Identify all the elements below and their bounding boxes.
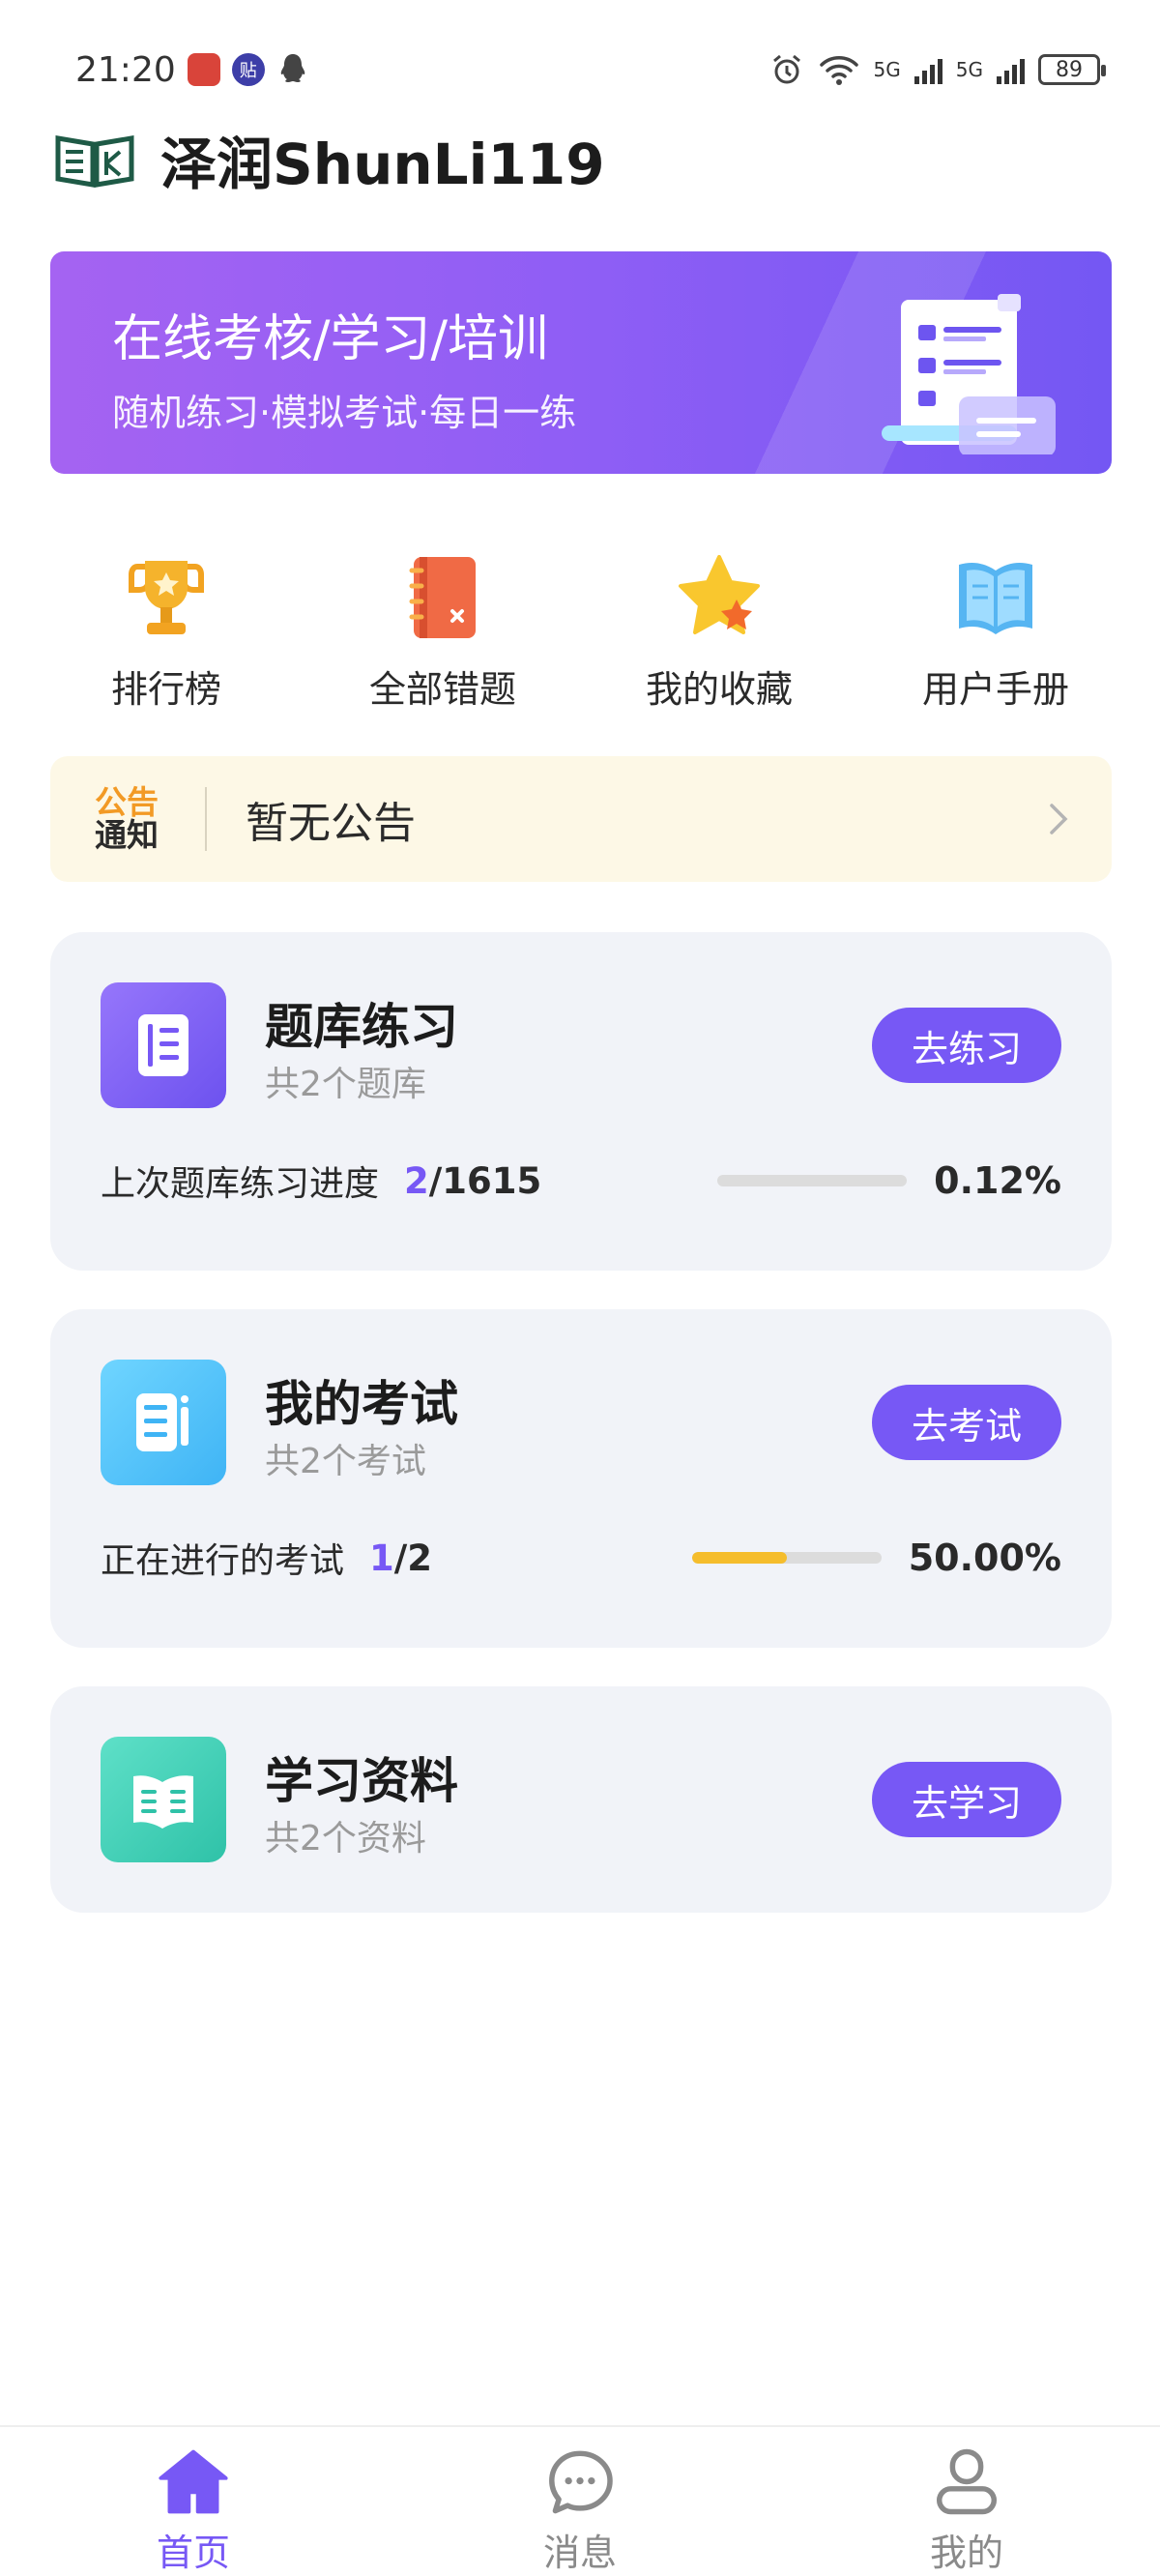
practice-progress-total: /1615 (428, 1159, 542, 1202)
quick-menu: 排行榜 全部错题 我的收藏 用户手册 (50, 551, 1112, 716)
notice-tag: 公告 通知 (87, 786, 166, 852)
exam-card-subtitle: 共2个考试 (265, 1442, 426, 1481)
nav-label-home: 首页 (156, 2532, 230, 2574)
go-exam-button[interactable]: 去考试 (872, 1385, 1061, 1460)
status-right: 5G 5G 89 (769, 52, 1106, 87)
document-illustration-icon (882, 294, 1056, 454)
notebook-icon (409, 557, 476, 638)
message-icon (549, 2450, 613, 2514)
practice-progress-row: 上次题库练习进度 2/1615 0.12% (101, 1156, 1061, 1205)
quick-item-user-manual[interactable]: 用户手册 (880, 551, 1112, 716)
tieba-icon-label: 贴 (239, 61, 257, 81)
exam-progress-total: /2 (393, 1537, 433, 1579)
open-book-glyph (133, 1775, 193, 1829)
banner-subtitle: 随机练习·模拟考试·每日一练 (112, 392, 577, 434)
nav-label-messages: 消息 (542, 2532, 617, 2574)
profile-icon (936, 2448, 998, 2515)
quick-label-ranking: 排行榜 (110, 668, 221, 711)
quick-label-favorites: 我的收藏 (645, 668, 793, 711)
home-icon (159, 2449, 228, 2514)
quick-label-wrong-questions: 全部错题 (368, 668, 516, 711)
status-left: 21:20 贴 (75, 50, 309, 90)
quick-label-user-manual: 用户手册 (921, 668, 1069, 711)
exam-progress-bar (691, 1552, 882, 1564)
practice-card-subtitle: 共2个题库 (265, 1065, 426, 1104)
nav-label-profile: 我的 (929, 2532, 1003, 2574)
quick-item-wrong-questions[interactable]: 全部错题 (327, 551, 559, 716)
materials-card-subtitle: 共2个资料 (265, 1819, 426, 1859)
notice-tag-line2: 通知 (95, 816, 159, 854)
status-time: 21:20 (75, 49, 176, 90)
notice-text: 暂无公告 (246, 799, 416, 848)
nav-item-messages[interactable]: 消息 (387, 2427, 773, 2576)
go-study-button[interactable]: 去学习 (872, 1762, 1061, 1837)
app-header: 泽润ShunLi119 (54, 126, 605, 197)
practice-progress-count: 2/1615 (404, 1160, 541, 1202)
practice-card: 题库练习 共2个题库 去练习 上次题库练习进度 2/1615 0.12% (50, 932, 1112, 1271)
bottom-nav: 首页 消息 我的 (0, 2425, 1160, 2576)
star-icon (679, 555, 760, 634)
trophy-icon (129, 561, 204, 634)
notification-tieba-icon: 贴 (231, 53, 265, 86)
practice-progress-current: 2 (404, 1159, 429, 1202)
exam-glyph (136, 1393, 188, 1451)
nav-item-home[interactable]: 首页 (0, 2427, 387, 2576)
notification-app-icon (187, 53, 220, 86)
exam-progress-fill (691, 1552, 787, 1564)
exam-progress-label: 正在进行的考试 (101, 1541, 345, 1581)
nav-item-profile[interactable]: 我的 (773, 2427, 1160, 2576)
book-icon (959, 563, 1032, 634)
battery-level: 89 (1056, 57, 1083, 82)
banner-title: 在线考核/学习/培训 (112, 310, 549, 368)
promo-banner[interactable]: 在线考核/学习/培训 随机练习·模拟考试·每日一练 (50, 251, 1112, 474)
network-type-2: 5G (955, 58, 983, 81)
alarm-icon (772, 54, 800, 84)
network-type-1: 5G (873, 58, 901, 81)
notice-bar[interactable]: 公告 通知 暂无公告 (50, 756, 1112, 882)
materials-card-title: 学习资料 (265, 1753, 458, 1809)
exam-progress-row: 正在进行的考试 1/2 50.00% (101, 1534, 1061, 1582)
materials-icon (101, 1737, 226, 1862)
exam-card: 我的考试 共2个考试 去考试 正在进行的考试 1/2 50.00% (50, 1309, 1112, 1648)
practice-progress-label: 上次题库练习进度 (101, 1164, 380, 1204)
question-bank-glyph (138, 1014, 188, 1076)
exam-icon (101, 1360, 226, 1485)
practice-card-title: 题库练习 (265, 999, 458, 1055)
practice-progress-percent: 0.12% (934, 1159, 1061, 1202)
quick-item-favorites[interactable]: 我的收藏 (603, 551, 835, 716)
question-bank-icon (101, 982, 226, 1108)
notice-divider (205, 787, 207, 851)
wifi-icon (819, 56, 858, 85)
status-bar: 21:20 贴 5G 5G 89 (0, 39, 1160, 101)
go-practice-button[interactable]: 去练习 (872, 1008, 1061, 1083)
exam-card-title: 我的考试 (265, 1376, 458, 1432)
quick-item-ranking[interactable]: 排行榜 (50, 551, 282, 716)
signal-icon-1 (914, 55, 942, 84)
qq-icon (280, 54, 305, 82)
notice-tag-line1: 公告 (95, 783, 159, 821)
battery-icon: 89 (1038, 54, 1106, 85)
chevron-right-icon (1050, 804, 1068, 834)
practice-progress-bar (717, 1175, 908, 1186)
app-title: 泽润ShunLi119 (160, 132, 605, 197)
exam-progress-count: 1/2 (369, 1537, 432, 1579)
app-logo-icon (55, 135, 134, 188)
exam-progress-current: 1 (369, 1537, 394, 1579)
exam-progress-percent: 50.00% (908, 1537, 1061, 1579)
materials-card: 学习资料 共2个资料 去学习 (50, 1686, 1112, 1913)
signal-icon-2 (997, 55, 1025, 84)
